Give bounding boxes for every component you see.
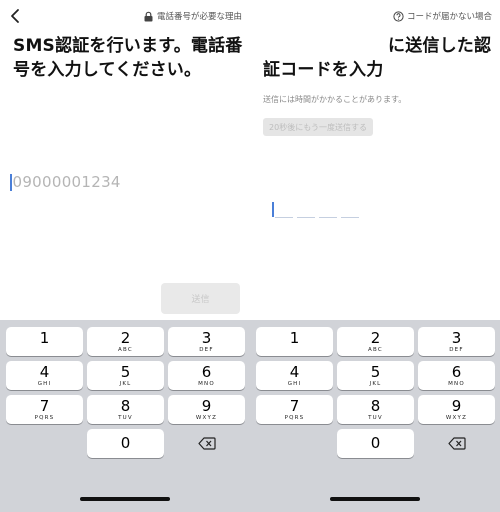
key-5[interactable]: 5 JKL xyxy=(87,361,164,390)
key-letters: TUV xyxy=(118,414,133,421)
key-digit: 5 xyxy=(370,362,381,381)
page-title: に送信した認 証コードを入力 xyxy=(263,34,495,82)
back-chevron-icon[interactable] xyxy=(8,8,22,24)
key-8[interactable]: 8 TUV xyxy=(337,395,414,424)
key-letters: MNO xyxy=(198,380,215,387)
backspace-icon xyxy=(447,437,466,450)
key-letters: GHI xyxy=(287,380,302,387)
why-phone-needed-label: 電話番号が必要な理由 xyxy=(156,12,242,22)
key-2[interactable]: 2 ABC xyxy=(337,327,414,356)
key-letters: JKL xyxy=(119,380,132,387)
key-digit: 0 xyxy=(370,434,381,452)
key-0[interactable]: 0 xyxy=(337,429,414,458)
key-digit: 3 xyxy=(451,328,462,347)
title-line-2: 証コードを入力 xyxy=(263,60,384,80)
code-digit-slot xyxy=(341,216,359,218)
key-digit: 5 xyxy=(120,362,131,381)
home-indicator xyxy=(330,497,420,501)
key-3[interactable]: 3 DEF xyxy=(418,327,495,356)
key-letters: GHI xyxy=(37,380,52,387)
key-digit: 1 xyxy=(289,328,300,347)
code-digit-slot xyxy=(319,216,337,218)
key-digit: 8 xyxy=(120,396,131,415)
phone-number-input[interactable]: 09000001234 xyxy=(10,170,210,194)
key-letters: DEF xyxy=(199,346,214,353)
key-5[interactable]: 5 JKL xyxy=(337,361,414,390)
key-digit: 0 xyxy=(120,434,131,452)
title-line-1: に送信した認 xyxy=(388,36,492,56)
key-4[interactable]: 4 GHI xyxy=(256,361,333,390)
text-caret xyxy=(10,173,12,191)
delay-notice: 送信には時間がかかることがあります。 xyxy=(263,95,407,104)
verification-code-input[interactable] xyxy=(272,200,368,218)
key-6[interactable]: 6 MNO xyxy=(168,361,245,390)
key-digit: 9 xyxy=(451,396,462,415)
phone-number-placeholder: 09000001234 xyxy=(12,173,121,191)
key-letters: ABC xyxy=(368,346,383,353)
key-letters: PQRS xyxy=(34,414,55,421)
key-0[interactable]: 0 xyxy=(87,429,164,458)
delete-key[interactable] xyxy=(168,429,245,458)
send-button[interactable]: 送信 xyxy=(161,283,240,314)
key-digit: 3 xyxy=(201,328,212,347)
key-9[interactable]: 9 WXYZ xyxy=(168,395,245,424)
key-digit: 2 xyxy=(120,328,131,347)
key-1[interactable]: 1 xyxy=(256,327,333,356)
code-entry-screen: コードが届かない場合 に送信した認 証コードを入力 送信には時間がかかることがあ… xyxy=(250,0,500,512)
key-letters: JKL xyxy=(369,380,382,387)
key-digit: 7 xyxy=(39,396,50,415)
key-letters: MNO xyxy=(448,380,465,387)
backspace-icon xyxy=(197,437,216,450)
title-line-2: 号を入力してください。 xyxy=(13,60,202,80)
key-letters: WXYZ xyxy=(445,414,468,421)
key-digit: 4 xyxy=(39,362,50,381)
send-button-label: 送信 xyxy=(191,295,210,305)
key-letters: ABC xyxy=(118,346,133,353)
key-letters: TUV xyxy=(368,414,383,421)
key-digit: 7 xyxy=(289,396,300,415)
key-digit: 9 xyxy=(201,396,212,415)
lock-icon xyxy=(144,11,153,21)
home-indicator xyxy=(80,497,170,501)
delete-key[interactable] xyxy=(418,429,495,458)
resend-button-label: 20秒後にもう一度送信する xyxy=(269,122,367,132)
title-line-1: SMS認証を行います。電話番 xyxy=(13,36,243,56)
key-digit: 6 xyxy=(201,362,212,381)
code-digit-slot xyxy=(297,216,315,218)
key-6[interactable]: 6 MNO xyxy=(418,361,495,390)
key-digit: 6 xyxy=(451,362,462,381)
key-1[interactable]: 1 xyxy=(6,327,83,356)
key-4[interactable]: 4 GHI xyxy=(6,361,83,390)
key-letters: DEF xyxy=(449,346,464,353)
code-digit-slot xyxy=(275,216,293,218)
text-caret xyxy=(272,202,274,217)
resend-button[interactable]: 20秒後にもう一度送信する xyxy=(263,118,373,136)
key-digit: 2 xyxy=(370,328,381,347)
numeric-keypad: 1 2 ABC 3 DEF 4 GHI 5 JKL 6 MNO 7 PQRS 8 TUV 9W… xyxy=(250,320,500,512)
why-phone-needed-link[interactable]: 電話番号が必要な理由 xyxy=(143,10,242,22)
page-title: SMS認証を行います。電話番 号を入力してください。 xyxy=(13,34,245,82)
numeric-keypad: 1 2 ABC 3 DEF 4 GHI 5 JKL 6 MNO 7 PQRS 8 TUV 9W… xyxy=(0,320,250,512)
code-not-received-label: コードが届かない場合 xyxy=(406,12,492,22)
key-7[interactable]: 7 PQRS xyxy=(256,395,333,424)
key-letters: PQRS xyxy=(284,414,305,421)
key-3[interactable]: 3 DEF xyxy=(168,327,245,356)
key-8[interactable]: 8 TUV xyxy=(87,395,164,424)
question-circle-icon xyxy=(393,10,404,22)
key-2[interactable]: 2 ABC xyxy=(87,327,164,356)
key-letters: WXYZ xyxy=(195,414,218,421)
key-digit: 1 xyxy=(39,328,50,347)
key-9[interactable]: 9 WXYZ xyxy=(418,395,495,424)
key-7[interactable]: 7 PQRS xyxy=(6,395,83,424)
phone-entry-screen: 電話番号が必要な理由 SMS認証を行います。電話番 号を入力してください。 09… xyxy=(0,0,250,512)
code-not-received-link[interactable]: コードが届かない場合 xyxy=(393,10,492,22)
key-digit: 4 xyxy=(289,362,300,381)
key-digit: 8 xyxy=(370,396,381,415)
